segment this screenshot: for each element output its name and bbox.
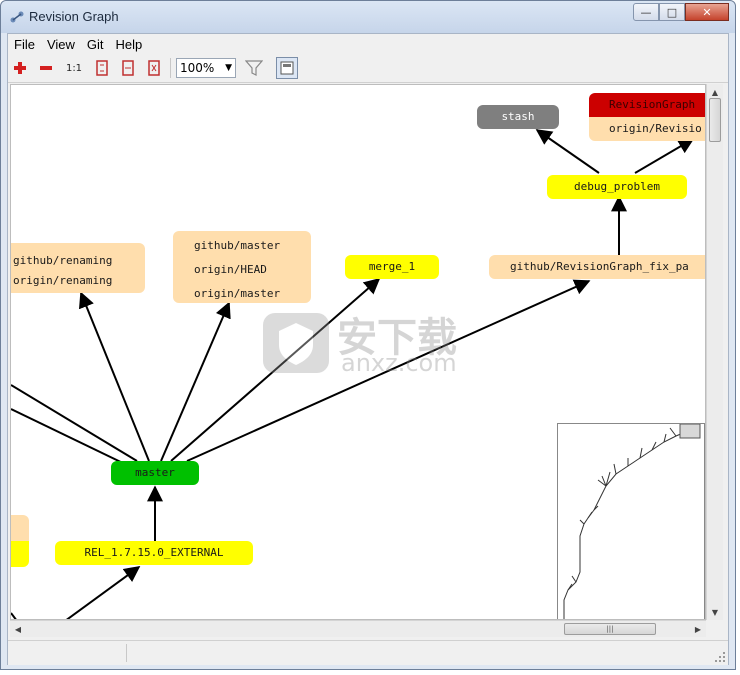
app-icon: [10, 11, 24, 23]
toolbar-separator: [170, 58, 171, 78]
watermark-domain: anxz.com: [341, 349, 457, 377]
edge-master-to-renaming: [78, 291, 150, 462]
title-bar[interactable]: Revision Graph — □ ✕: [1, 1, 735, 33]
scroll-down-icon[interactable]: ▼: [707, 604, 723, 620]
node-label: merge_1: [368, 260, 416, 273]
menu-help[interactable]: Help: [110, 37, 149, 52]
node-label: origin/HEAD: [194, 263, 267, 276]
node-left-partial[interactable]: [11, 515, 29, 567]
zoom-in-icon: [14, 62, 26, 74]
maximize-icon: □: [666, 5, 678, 19]
revision-graph-window: Revision Graph — □ ✕ File View Git Help …: [0, 0, 736, 670]
node-master[interactable]: master: [111, 461, 199, 485]
filter-icon: [245, 60, 263, 76]
minimize-icon: —: [640, 5, 652, 19]
fit-width-button[interactable]: [92, 58, 112, 78]
node-left-partial-bottom: [11, 541, 29, 567]
actual-size-button[interactable]: 1:1: [64, 58, 84, 78]
node-label: github/RevisionGraph_fix_pa: [510, 260, 689, 273]
node-label: origin/renaming: [13, 274, 113, 287]
zoom-out-icon: [40, 66, 52, 70]
edge-bottom-to-rel: [66, 566, 141, 619]
shield-logo-icon: [263, 313, 329, 373]
chevron-down-icon: ▼: [225, 63, 232, 73]
resize-grip-icon[interactable]: [714, 651, 726, 663]
fit-window-button[interactable]: [144, 58, 164, 78]
overview-toggle-button[interactable]: [276, 57, 298, 79]
node-renaming-group[interactable]: github/renaming origin/renaming: [11, 243, 145, 293]
toolbar: 1:1 100% ▼: [8, 54, 728, 83]
vertical-scroll-thumb[interactable]: [709, 98, 721, 142]
node-rel-tag[interactable]: REL_1.7.15.0_EXTERNAL: [55, 541, 253, 565]
fit-width-icon: [96, 60, 108, 76]
node-debug-problem[interactable]: debug_problem: [547, 175, 687, 199]
node-label: github/master: [194, 239, 281, 252]
client-area: File View Git Help 1:1 100% ▼ 安下载 anxz.c…: [7, 33, 729, 665]
graph-canvas[interactable]: 安下载 anxz.com stash RevisionGraph origin/…: [10, 84, 706, 620]
edge-master-to-github-master: [160, 301, 231, 462]
menu-view[interactable]: View: [41, 37, 81, 52]
menu-git[interactable]: Git: [81, 37, 110, 52]
status-separator: [126, 644, 127, 662]
status-bar: [8, 640, 728, 665]
node-label: stash: [501, 110, 535, 123]
fit-height-button[interactable]: [118, 58, 138, 78]
overview-minimap[interactable]: [557, 423, 705, 619]
node-label: master: [135, 466, 175, 479]
node-label: REL_1.7.15.0_EXTERNAL: [84, 546, 224, 559]
node-left-partial-top: [11, 515, 29, 541]
edge-bottom-left: [11, 612, 17, 619]
node-label: origin/Revisio: [609, 122, 702, 135]
minimize-button[interactable]: —: [633, 3, 659, 21]
node-stash[interactable]: stash: [477, 105, 559, 129]
filter-button[interactable]: [244, 58, 264, 78]
horizontal-scrollbar[interactable]: ◀ ||| ▶: [10, 620, 706, 637]
zoom-in-button[interactable]: [10, 58, 30, 78]
edge-master-to-left-a: [11, 384, 138, 462]
minimap-graph: [563, 423, 701, 619]
edge-master-to-left-b: [11, 408, 128, 466]
close-button[interactable]: ✕: [685, 3, 729, 21]
zoom-out-button[interactable]: [36, 58, 56, 78]
actual-size-label: 1:1: [65, 62, 83, 74]
menu-file[interactable]: File: [8, 37, 41, 52]
zoom-select[interactable]: 100% ▼: [176, 58, 236, 78]
zoom-value: 100%: [180, 61, 215, 75]
node-fix-branch[interactable]: github/RevisionGraph_fix_pa: [489, 255, 705, 279]
vertical-scrollbar[interactable]: ▲ ▼: [706, 84, 723, 620]
scroll-left-icon[interactable]: ◀: [10, 621, 26, 637]
fit-height-icon: [122, 60, 134, 76]
edge-debug-to-revisiongraph: [634, 138, 695, 174]
horizontal-scroll-thumb[interactable]: |||: [564, 623, 656, 635]
menu-bar: File View Git Help: [8, 34, 728, 54]
scroll-right-icon[interactable]: ▶: [690, 621, 706, 637]
node-origin-revisiongraph[interactable]: origin/Revisio: [589, 117, 705, 141]
node-master-group[interactable]: github/master origin/HEAD origin/master: [173, 231, 311, 303]
node-label: RevisionGraph: [609, 98, 696, 111]
window-title: Revision Graph: [29, 9, 119, 24]
node-revisiongraph-tag[interactable]: RevisionGraph: [589, 93, 705, 117]
overview-icon: [280, 61, 294, 75]
scroll-grip: |||: [606, 625, 614, 633]
node-label: debug_problem: [573, 180, 661, 193]
close-icon: ✕: [702, 5, 712, 19]
maximize-button[interactable]: □: [659, 3, 685, 21]
node-merge-1[interactable]: merge_1: [345, 255, 439, 279]
node-label: origin/master: [194, 287, 281, 300]
fit-window-icon: [148, 60, 160, 76]
